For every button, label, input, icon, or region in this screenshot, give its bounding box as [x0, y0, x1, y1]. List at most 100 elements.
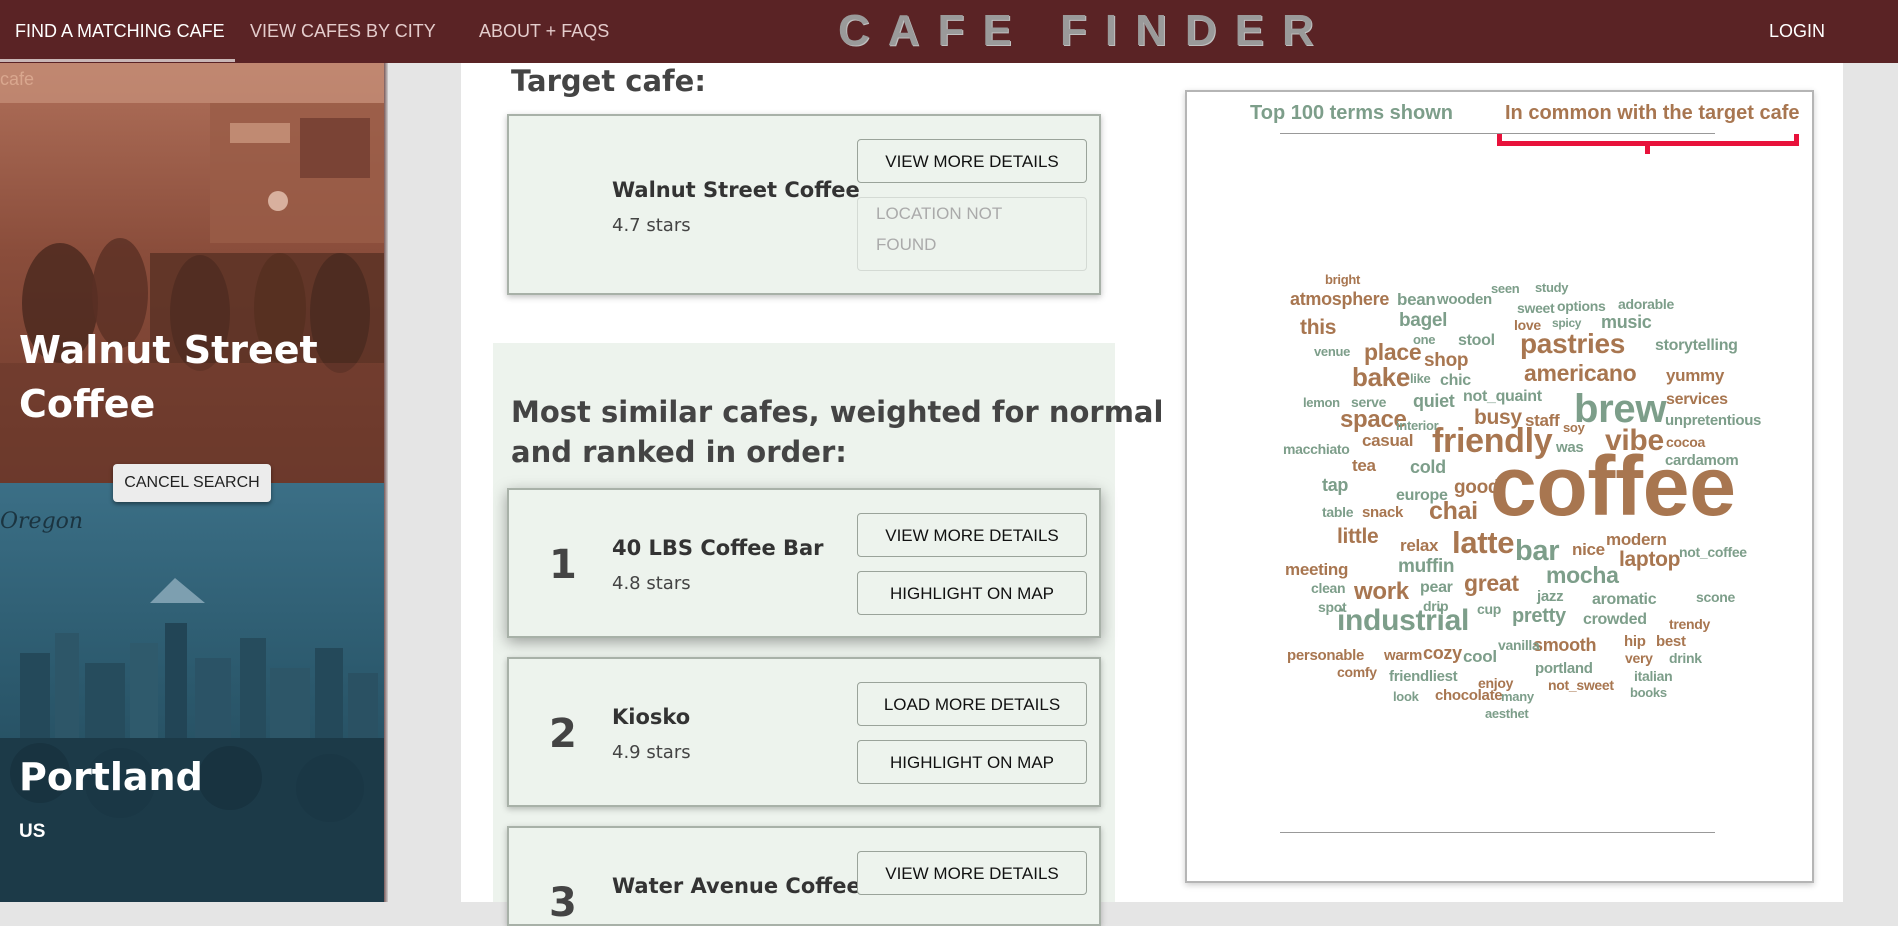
- image-alt-caption: cafe: [0, 69, 35, 89]
- cloud-word-not-coffee: not_coffee: [1679, 543, 1747, 560]
- target-cafe-heading: Target cafe:: [511, 64, 706, 98]
- target-cafe-rating: 4.7 stars: [612, 215, 691, 236]
- cloud-word-nice: nice: [1572, 540, 1605, 560]
- cloud-word-pear: pear: [1420, 578, 1453, 596]
- cafe-name: Water Avenue Coffee: [612, 874, 861, 898]
- cloud-word-muffin: muffin: [1398, 556, 1455, 578]
- cloud-word-drip: drip: [1423, 597, 1449, 614]
- cloud-word-yummy: yummy: [1666, 366, 1725, 386]
- nav-about-faqs[interactable]: ABOUT + FAQS: [479, 0, 609, 60]
- oregon-script-text: Oregon: [0, 509, 84, 534]
- location-not-found-line1: LOCATION NOT: [876, 204, 1003, 223]
- target-cafe-name: Walnut Street Coffee: [612, 178, 860, 202]
- cafe-photo: cafe Walnut Street Coffee: [0, 63, 384, 483]
- nav-view-cafes-by-city[interactable]: VIEW CAFES BY CITY: [250, 0, 436, 60]
- cloud-word-atmosphere: atmosphere: [1290, 289, 1390, 310]
- cloud-word-brew: brew: [1574, 387, 1667, 431]
- cloud-word-smooth: smooth: [1533, 635, 1597, 656]
- selected-cafe-title: Walnut Street Coffee: [19, 328, 318, 426]
- footer-rule: [1280, 832, 1715, 833]
- cafe-name: 40 LBS Coffee Bar: [612, 536, 824, 560]
- cloud-word-this: this: [1300, 315, 1337, 339]
- location-not-found-button: LOCATION NOT FOUND: [857, 197, 1087, 271]
- cloud-word-trendy: trendy: [1669, 615, 1710, 632]
- highlight-on-map-button[interactable]: HIGHLIGHT ON MAP: [857, 571, 1087, 615]
- cloud-word-shop: shop: [1424, 350, 1469, 372]
- cloud-word-quiet: quiet: [1413, 391, 1455, 412]
- brand-logo-text: CAFE FINDER: [838, 6, 1332, 55]
- cloud-word-bagel: bagel: [1399, 310, 1448, 332]
- cloud-word-very: very: [1625, 649, 1653, 666]
- cloud-word-good: good: [1454, 477, 1500, 499]
- cloud-word-comfy: comfy: [1337, 663, 1377, 680]
- cloud-word-books: books: [1630, 685, 1667, 701]
- cloud-word-industrial: industrial: [1337, 603, 1470, 637]
- cloud-word-latte: latte: [1452, 525, 1515, 561]
- cloud-word-pastries: pastries: [1520, 327, 1625, 359]
- cloud-word-like: like: [1410, 371, 1431, 387]
- cloud-word-sweet: sweet: [1517, 299, 1555, 316]
- cloud-word-scone: scone: [1696, 588, 1735, 605]
- cancel-search-button[interactable]: CANCEL SEARCH: [113, 464, 271, 502]
- cloud-word-americano: americano: [1524, 359, 1637, 386]
- cloud-word-aesthet: aesthet: [1485, 706, 1529, 722]
- similar-cafe-card: 2 Kiosko 4.9 stars LOAD MORE DETAILS HIG…: [507, 657, 1101, 807]
- cloud-word-cup: cup: [1477, 600, 1501, 617]
- similar-cafe-card: 3 Water Avenue Coffee VIEW MORE DETAILS: [507, 826, 1101, 926]
- cloud-word-tea: tea: [1352, 456, 1376, 476]
- cloud-word-cool: cool: [1463, 647, 1497, 667]
- cloud-word-venue: venue: [1314, 344, 1351, 360]
- cloud-word-macchiato: macchiato: [1283, 440, 1350, 457]
- cloud-word-unpretentious: unpretentious: [1665, 411, 1762, 429]
- cloud-word-snack: snack: [1362, 503, 1404, 521]
- cloud-word-cocoa: cocoa: [1666, 433, 1705, 450]
- cloud-word-italian: italian: [1634, 667, 1673, 684]
- cloud-word-tap: tap: [1322, 475, 1349, 496]
- cloud-word-crowded: crowded: [1583, 610, 1647, 628]
- cloud-word-bright: bright: [1325, 272, 1361, 288]
- login-link[interactable]: LOGIN: [1769, 0, 1825, 60]
- cloud-word-lemon: lemon: [1303, 395, 1340, 411]
- left-panel: cafe Walnut Street Coffee Oregon Portlan…: [0, 63, 384, 902]
- cloud-word-services: services: [1666, 390, 1728, 408]
- target-view-details-button[interactable]: VIEW MORE DETAILS: [857, 139, 1087, 183]
- cloud-word-not-quaint: not_quaint: [1463, 387, 1542, 405]
- cloud-word-one: one: [1413, 332, 1436, 348]
- cloud-word-busy: busy: [1474, 405, 1522, 429]
- top-terms-label: Top 100 terms shown: [1250, 102, 1454, 124]
- view-more-details-button[interactable]: VIEW MORE DETAILS: [857, 513, 1087, 557]
- similar-cafes-heading-line1: Most similar cafes, weighted for normal: [511, 395, 1164, 429]
- cloud-word-look: look: [1393, 689, 1419, 705]
- cloud-word-casual: casual: [1362, 431, 1414, 451]
- city-photo: Oregon Portland US: [0, 483, 384, 902]
- cloud-word-great: great: [1464, 569, 1519, 596]
- active-tab-indicator: [0, 59, 235, 62]
- cloud-word-chic: chic: [1440, 371, 1471, 389]
- cloud-word-best: best: [1656, 632, 1686, 650]
- panel-divider: [384, 63, 388, 902]
- similar-cafe-card: 1 40 LBS Coffee Bar 4.8 stars VIEW MORE …: [507, 488, 1101, 638]
- highlight-on-map-button[interactable]: HIGHLIGHT ON MAP: [857, 740, 1087, 784]
- cloud-word-seen: seen: [1491, 281, 1520, 297]
- cloud-word-bean: bean: [1397, 290, 1436, 310]
- cloud-word-mocha: mocha: [1546, 561, 1619, 588]
- load-more-details-button[interactable]: LOAD MORE DETAILS: [857, 682, 1087, 726]
- nav-find-matching-cafe[interactable]: FIND A MATCHING CAFE: [15, 0, 225, 60]
- city-title: Portland: [19, 755, 203, 799]
- cloud-word-cold: cold: [1410, 457, 1446, 478]
- cafe-name: Kiosko: [612, 705, 691, 729]
- cafe-rating: 4.8 stars: [612, 573, 691, 594]
- cloud-word-work: work: [1354, 578, 1409, 606]
- cloud-word-enjoy: enjoy: [1478, 674, 1514, 691]
- top-nav-bar: FIND A MATCHING CAFE VIEW CAFES BY CITY …: [0, 0, 1898, 63]
- cafe-rank: 2: [549, 711, 577, 757]
- cloud-word-modern: modern: [1606, 530, 1667, 550]
- cloud-word-vanilla: vanilla: [1498, 636, 1540, 653]
- city-skyline-illustration: [0, 578, 384, 902]
- country-label: US: [19, 821, 46, 842]
- location-not-found-line2: FOUND: [876, 235, 937, 254]
- cloud-word-stool: stool: [1458, 331, 1495, 349]
- cloud-word-friendliest: friendliest: [1389, 667, 1458, 685]
- view-more-details-button[interactable]: VIEW MORE DETAILS: [857, 851, 1087, 895]
- cloud-word-soy: soy: [1563, 420, 1585, 436]
